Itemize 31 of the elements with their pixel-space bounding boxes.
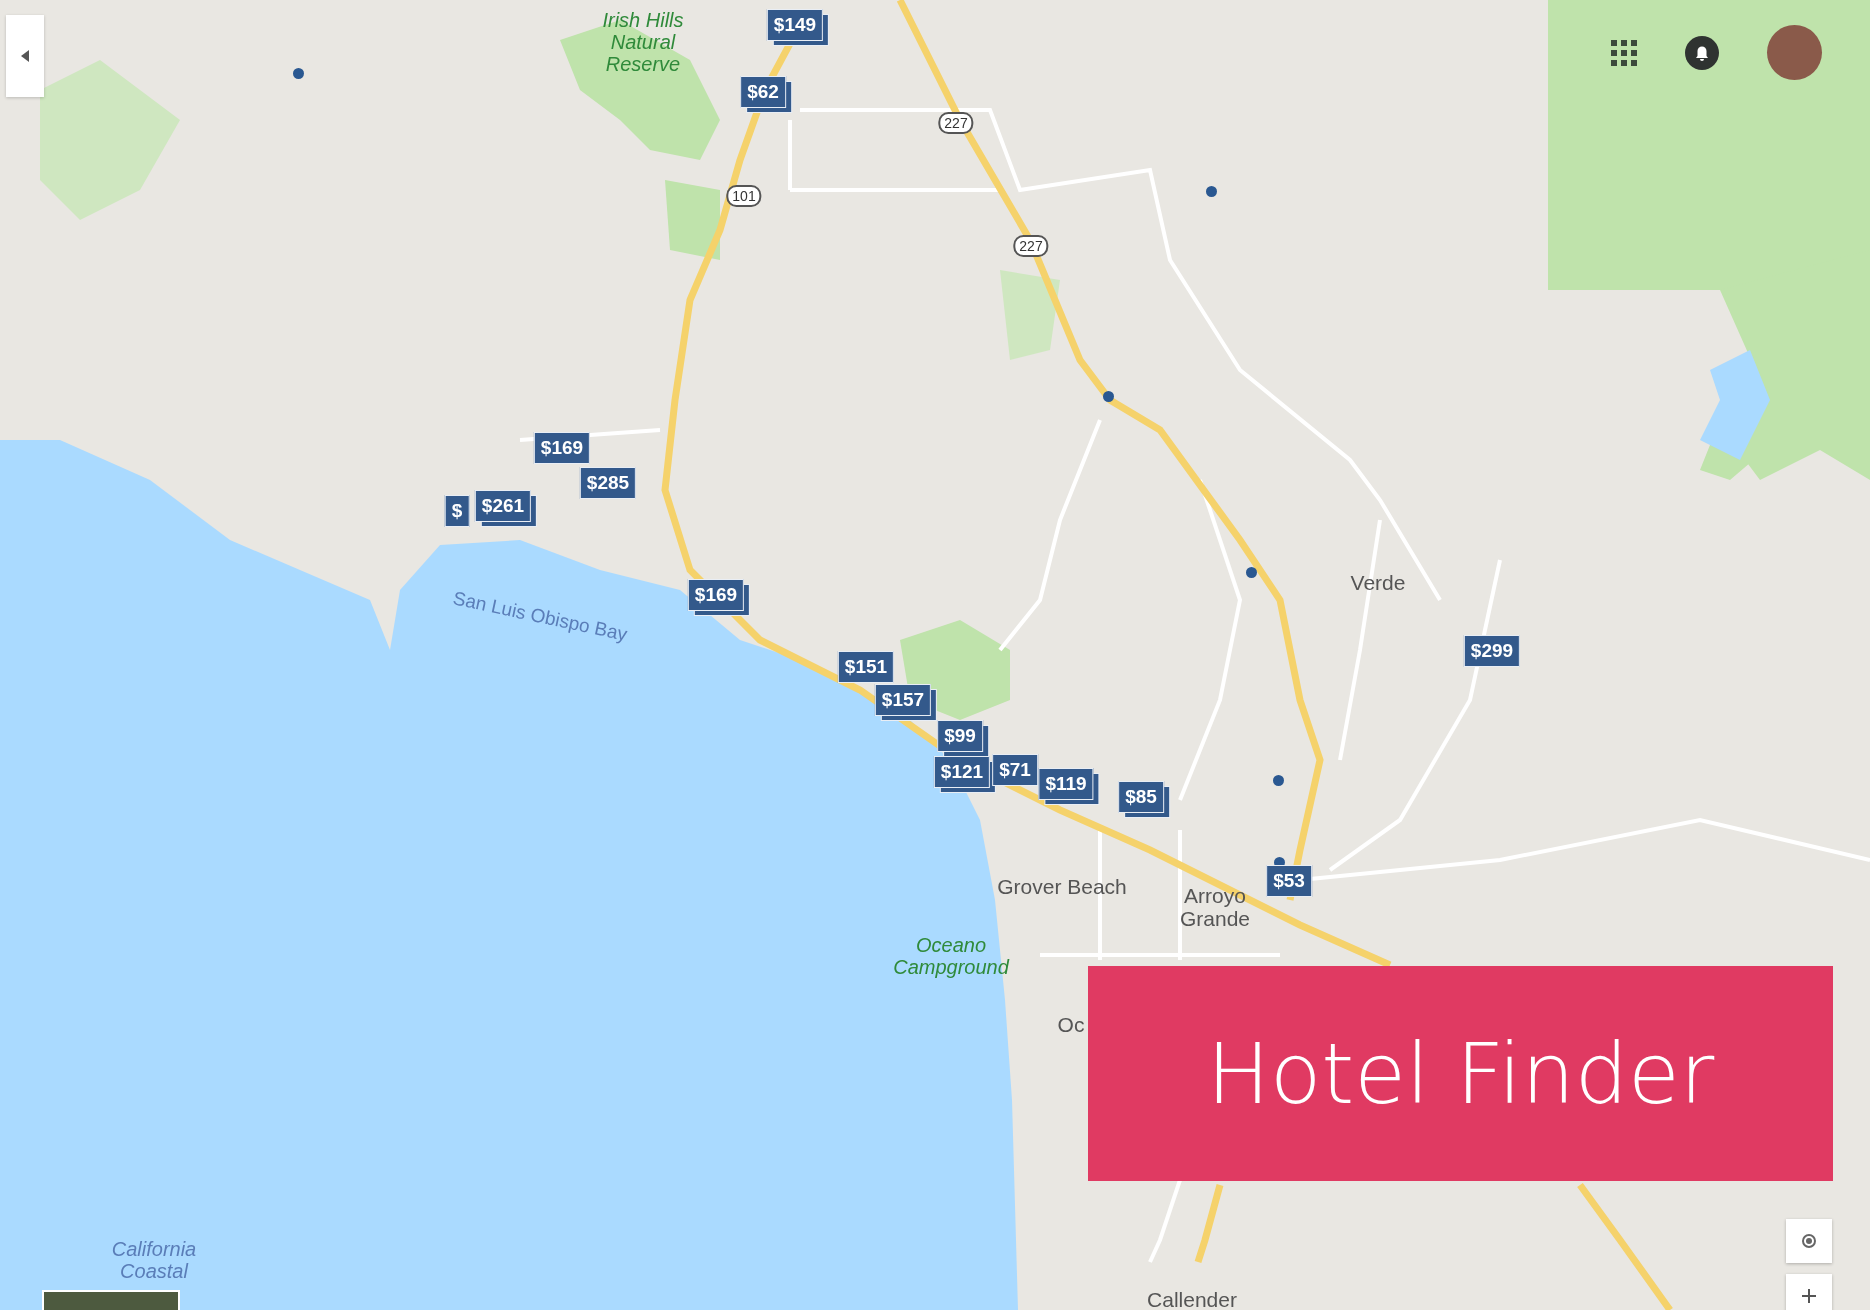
crosshair-icon <box>1799 1231 1819 1251</box>
water-label: California Coastal <box>111 1238 197 1282</box>
place-dot <box>1246 567 1257 578</box>
route-shield: 101 <box>726 185 762 207</box>
place-dot <box>1273 775 1284 786</box>
place-dot <box>1206 186 1217 197</box>
notifications-bell-icon[interactable] <box>1685 35 1719 70</box>
apps-grid-icon[interactable] <box>1611 39 1637 66</box>
price-pin[interactable]: $71 <box>992 754 1038 786</box>
town-label: Verde <box>1350 571 1406 595</box>
place-dot <box>1103 391 1114 402</box>
plus-icon <box>1799 1286 1819 1306</box>
route-shield: 227 <box>938 112 974 134</box>
water-label: San Luis Obispo Bay <box>451 588 629 646</box>
price-pin[interactable]: $169 <box>533 432 591 464</box>
price-pin[interactable]: $53 <box>1266 865 1312 897</box>
price-pin[interactable]: $ <box>444 495 470 527</box>
town-label: Oc <box>1057 1013 1085 1037</box>
route-shield: 227 <box>1013 235 1049 257</box>
my-location-button[interactable] <box>1786 1219 1832 1263</box>
town-label: Grover Beach <box>997 875 1127 899</box>
price-pin[interactable]: $151 <box>837 651 895 683</box>
caret-icon <box>21 50 29 62</box>
place-dot <box>293 68 304 79</box>
zoom-in-button[interactable] <box>1786 1274 1832 1310</box>
park-label: Irish Hills Natural Reserve <box>602 9 684 75</box>
price-pin[interactable]: $299 <box>1463 635 1521 667</box>
town-label: Callender <box>1147 1288 1237 1310</box>
price-pin[interactable]: $285 <box>579 467 637 499</box>
park-label: Oceano Campground <box>893 934 1009 978</box>
banner-title: Hotel Finder <box>1206 1024 1715 1123</box>
